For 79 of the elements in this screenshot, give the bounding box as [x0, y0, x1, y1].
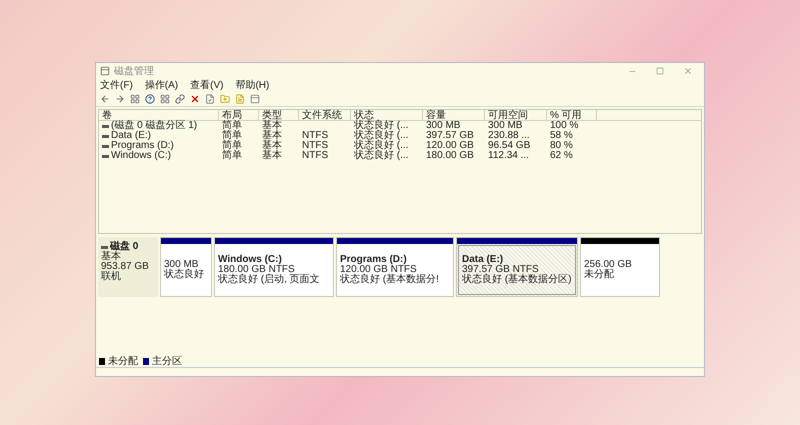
back-icon[interactable] — [100, 94, 110, 104]
partition-size: 120.00 GB NTFS — [340, 265, 417, 275]
partition-name: Data (E:) — [462, 255, 504, 265]
table-cell: NTFS — [302, 141, 328, 151]
table-cell: Programs (D:) — [111, 141, 174, 151]
table-cell: 状态良好 (... — [354, 121, 408, 131]
table-cell: 简单 — [222, 121, 242, 131]
table-cell: 基本 — [262, 131, 282, 141]
column-header[interactable]: 文件系统 — [299, 110, 351, 120]
partition-size: 180.00 GB NTFS — [218, 265, 295, 275]
table-cell: 100 % — [550, 121, 578, 131]
table-cell: 300 MB — [426, 121, 460, 131]
partition-block[interactable]: Data (E:) 397.57 GB NTFS 状态良好 (基本数据分区) — [456, 237, 578, 297]
disk-status: 联机 — [101, 272, 122, 282]
table-cell: 基本 — [262, 121, 282, 131]
table-cell: 状态良好 (... — [354, 151, 408, 161]
window-title: 磁盘管理 — [114, 64, 155, 78]
partition-name: Windows (C:) — [218, 255, 283, 265]
table-cell: 112.34 ... — [488, 151, 529, 161]
menu-item[interactable]: 操作(A) — [144, 80, 178, 90]
partition-size: 256.00 GB — [584, 260, 633, 270]
close-icon[interactable] — [683, 66, 693, 76]
column-header[interactable]: 状态 — [351, 110, 423, 120]
partition-status: 状态良好 — [164, 270, 205, 280]
partition-status: 状态良好 (基本数据分区) — [462, 275, 572, 285]
partition-size: 397.57 GB NTFS — [462, 265, 539, 275]
help-icon[interactable] — [145, 94, 155, 104]
partition-block[interactable]: Windows (C:) 180.00 GB NTFS 状态良好 (启动, 页面文 — [214, 237, 334, 297]
table-cell: 230.88 ... — [488, 131, 530, 141]
disk-type: 基本 — [101, 252, 122, 262]
table-cell: NTFS — [302, 151, 328, 161]
partition-status: 未分配 — [584, 270, 615, 280]
column-header[interactable]: 卷 — [99, 110, 219, 120]
partition-block[interactable]: Programs (D:) 120.00 GB NTFS 状态良好 (基本数据分! — [336, 237, 454, 297]
table-cell: 96.54 GB — [488, 141, 530, 151]
table-cell: 120.00 GB — [426, 141, 474, 151]
column-header[interactable]: 类型 — [259, 110, 299, 120]
table-cell: 基本 — [262, 151, 282, 161]
table-cell: 300 MB — [488, 121, 522, 131]
disk-name: 磁盘 0 — [110, 242, 138, 252]
table-cell: (磁盘 0 磁盘分区 1) — [111, 121, 198, 131]
document-check-icon[interactable] — [205, 94, 215, 104]
partition-name: Programs (D:) — [340, 255, 408, 265]
table-cell: 80 % — [550, 141, 573, 151]
table-cell: 180.00 GB — [426, 151, 474, 161]
table-cell: 基本 — [262, 141, 282, 151]
table-cell: Windows (C:) — [111, 151, 172, 161]
legend-label: 主分区 — [152, 354, 182, 369]
delete-icon[interactable] — [190, 94, 200, 104]
connect-icon[interactable] — [175, 94, 185, 104]
table-cell: 状态良好 (... — [354, 131, 408, 141]
properties-icon[interactable] — [160, 94, 170, 104]
grid-view-icon[interactable] — [130, 94, 140, 104]
table-cell: 状态良好 (... — [354, 141, 408, 151]
column-header[interactable]: 容量 — [423, 110, 485, 120]
table-cell: Data (E:) — [111, 131, 152, 141]
table-cell: 58 % — [550, 131, 573, 141]
partition-block[interactable]: 300 MB 状态良好 — [160, 237, 212, 297]
window-view-icon[interactable] — [250, 94, 260, 104]
partition-size: 300 MB — [164, 260, 198, 270]
table-cell: 简单 — [222, 151, 242, 161]
table-cell: NTFS — [302, 131, 328, 141]
menu-item[interactable]: 查看(V) — [190, 80, 224, 90]
partition-status: 状态良好 (启动, 页面文 — [218, 275, 321, 285]
menu-item[interactable]: 帮助(H) — [235, 80, 270, 90]
column-header[interactable]: 可用空间 — [485, 110, 547, 120]
legend-label: 未分配 — [108, 354, 138, 369]
table-cell: 简单 — [222, 131, 242, 141]
table-cell: 简单 — [222, 141, 242, 151]
forward-icon[interactable] — [115, 94, 125, 104]
column-header[interactable]: % 可用 — [547, 110, 597, 120]
table-cell: 62 % — [550, 151, 573, 161]
partition-block[interactable]: 256.00 GB 未分配 — [580, 237, 660, 297]
app-icon — [100, 66, 110, 76]
partition-status: 状态良好 (基本数据分! — [340, 275, 440, 285]
column-header[interactable]: 布局 — [219, 110, 259, 120]
table-cell: 397.57 GB — [426, 131, 474, 141]
menu-item[interactable]: 文件(F) — [100, 80, 133, 90]
disk-size: 953.87 GB — [101, 262, 150, 272]
